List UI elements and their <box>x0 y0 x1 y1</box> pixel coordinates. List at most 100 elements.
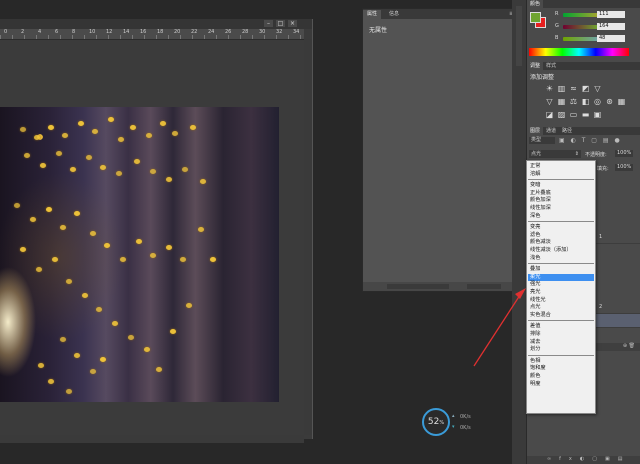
arrow-head <box>515 288 526 299</box>
blend-menu-item[interactable]: 差值 <box>530 323 540 330</box>
blend-menu-item[interactable]: 浅色 <box>530 255 540 262</box>
maximize-icon[interactable]: □ <box>276 20 285 27</box>
r-value-field[interactable]: 111 <box>597 11 625 18</box>
blend-menu-item[interactable]: 实色混合 <box>530 312 551 319</box>
blend-menu-item[interactable]: 排除 <box>530 331 540 338</box>
layers-footer-icons[interactable]: ∞fx◐▢▣▤ <box>527 456 640 464</box>
blend-menu-item[interactable]: 颜色 <box>530 373 540 380</box>
vertical-scrollbar[interactable] <box>304 39 312 435</box>
ruler-label: 34 <box>293 29 300 35</box>
blend-menu-item[interactable]: 色相 <box>530 358 540 365</box>
foreground-color-swatch[interactable] <box>530 12 541 23</box>
blend-menu-item[interactable]: 线性加深 <box>530 205 551 212</box>
blossom <box>180 257 186 262</box>
chevron-down-icon: ⇕ <box>574 151 579 157</box>
levels-icon[interactable]: ▥ <box>557 84 566 93</box>
b-value-field[interactable]: 48 <box>597 35 625 42</box>
blossom <box>74 353 80 358</box>
blend-menu-item[interactable]: 亮光 <box>530 289 540 296</box>
fill-field[interactable]: 100% <box>615 164 633 171</box>
blossom <box>144 347 150 352</box>
tab-adjustments[interactable]: 调整 <box>527 62 544 70</box>
color-spectrum[interactable] <box>529 48 629 56</box>
invert-icon[interactable]: ◪ <box>545 110 554 119</box>
tab-channels[interactable]: 通道 <box>543 127 559 135</box>
tab-color[interactable]: 颜色 <box>527 0 544 8</box>
vibrance-icon[interactable]: ▽ <box>545 97 554 106</box>
opacity-label: 不透明度: <box>585 152 607 158</box>
blend-menu-item[interactable]: 划分 <box>530 346 540 353</box>
tab-layers[interactable]: 图层 <box>527 127 544 135</box>
close-icon[interactable]: × <box>288 20 297 27</box>
blend-menu-item[interactable]: 明度 <box>530 381 540 388</box>
threshold-icon[interactable]: ▭ <box>569 110 578 119</box>
ruler-label: 2 <box>21 29 25 35</box>
blend-mode-select[interactable]: 点光 ⇕ <box>529 150 581 158</box>
g-value-field[interactable]: 164 <box>597 23 625 30</box>
blend-menu-item[interactable]: 线性减淡（添加） <box>530 247 572 254</box>
dock-scrollbar[interactable] <box>516 6 522 66</box>
posterize-icon[interactable]: ▨ <box>557 110 566 119</box>
tab-styles[interactable]: 样式 <box>543 62 559 70</box>
triangle-icon[interactable]: ▽ <box>593 84 602 93</box>
exposure-icon[interactable]: ◩ <box>581 84 590 93</box>
blossom <box>86 155 92 160</box>
blend-menu-item[interactable]: 正片叠底 <box>530 190 551 197</box>
tab-properties[interactable]: 属性 <box>363 10 382 19</box>
network-percent-ring: 52% <box>422 408 450 436</box>
blossom <box>56 151 62 156</box>
selective-color-icon[interactable]: ▣ <box>593 110 602 119</box>
blossom <box>60 225 66 230</box>
tab-paths[interactable]: 路径 <box>559 127 575 135</box>
layer-filter-select[interactable]: 类型 <box>529 137 555 144</box>
blend-menu-item[interactable]: 线性光 <box>530 297 546 304</box>
blend-menu-item[interactable]: 深色 <box>530 213 540 220</box>
color-balance-icon[interactable]: ⚖ <box>569 97 578 106</box>
menu-separator <box>528 320 594 322</box>
blend-menu-item[interactable]: 柔光 <box>530 274 540 281</box>
gradient-map-icon[interactable]: ▬ <box>581 110 590 119</box>
blend-menu-item[interactable]: 溶解 <box>530 171 540 178</box>
tab-info[interactable]: 信息 <box>385 10 403 19</box>
blossom <box>116 171 122 176</box>
network-speed-widget[interactable]: 52% ▴ 0K/s ▾ 0K/s <box>422 408 482 438</box>
layer-name-partial-2: 2 <box>599 304 603 310</box>
blend-menu-item[interactable]: 减去 <box>530 339 540 346</box>
footer-field-1[interactable] <box>387 284 449 289</box>
tab-swatches[interactable] <box>543 0 549 8</box>
photo-filter-icon[interactable]: ◎ <box>593 97 602 106</box>
blend-menu-item[interactable]: 强光 <box>530 281 540 288</box>
minimize-icon[interactable]: – <box>264 20 273 27</box>
blend-menu-item[interactable]: 点光 <box>530 304 540 311</box>
bw-icon[interactable]: ◧ <box>581 97 590 106</box>
blend-menu-item[interactable]: 颜色加深 <box>530 197 551 204</box>
blend-menu-item[interactable]: 颜色减淡 <box>530 239 551 246</box>
blossom <box>48 125 54 130</box>
blend-menu-item[interactable]: 滤色 <box>530 232 540 239</box>
blossom <box>190 125 196 130</box>
canvas-area[interactable] <box>0 40 304 435</box>
color-lookup-icon[interactable]: ▦ <box>617 97 626 106</box>
upload-speed: 0K/s <box>460 414 471 420</box>
blend-menu-item[interactable]: 正常 <box>530 163 540 170</box>
ruler-label: 20 <box>174 29 181 35</box>
upload-arrow-icon: ▴ <box>452 413 455 419</box>
layer-filter-icons[interactable]: ▣ ◐ T ▢ ▤ ● <box>559 137 637 144</box>
menu-separator <box>528 221 594 223</box>
blossom <box>136 239 142 244</box>
curves-icon[interactable]: ≈ <box>569 84 578 93</box>
hue-icon[interactable]: ▦ <box>557 97 566 106</box>
brightness-icon[interactable]: ☀ <box>545 84 554 93</box>
blend-menu-item[interactable]: 变暗 <box>530 182 540 189</box>
horizontal-scrollbar[interactable] <box>0 435 304 443</box>
blend-menu-item[interactable]: 叠加 <box>530 266 540 273</box>
photo-canvas[interactable] <box>0 107 279 402</box>
ruler-label: 32 <box>276 29 283 35</box>
blend-menu-item[interactable]: 变亮 <box>530 224 540 231</box>
opacity-field[interactable]: 100% <box>615 150 633 157</box>
blend-menu-item[interactable]: 饱和度 <box>530 365 546 372</box>
blossom <box>100 357 106 362</box>
ruler-label: 10 <box>89 29 96 35</box>
channel-mixer-icon[interactable]: ⊛ <box>605 97 614 106</box>
blossom <box>82 293 88 298</box>
